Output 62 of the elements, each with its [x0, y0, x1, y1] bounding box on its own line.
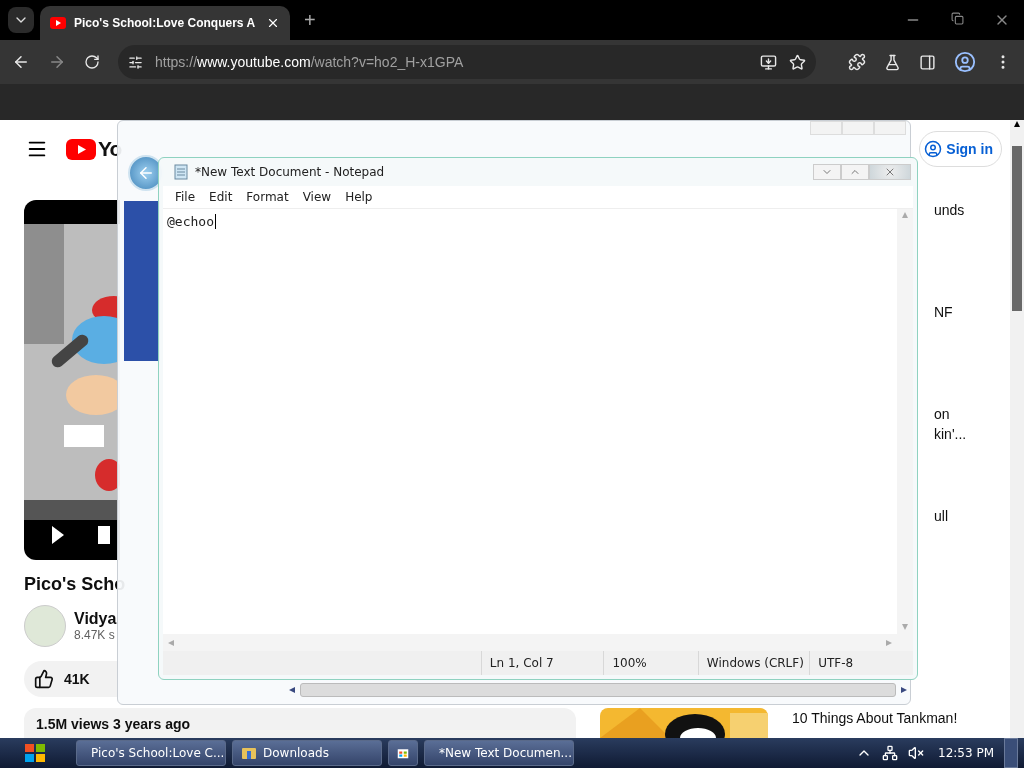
scrollbar-thumb[interactable] — [1012, 146, 1022, 311]
video-title-fragment[interactable]: ull — [934, 508, 1010, 524]
taskbar-item[interactable]: Pico's School:Love C... — [76, 740, 226, 766]
status-text: UTF-8 — [809, 651, 913, 675]
menu-item[interactable]: File — [169, 190, 202, 204]
video-title: Pico's Scho — [24, 574, 127, 595]
scroll-arrow-icon[interactable] — [288, 686, 296, 694]
status-text: Windows (CRLF) — [697, 651, 810, 675]
address-bar[interactable]: https://www.youtube.com/watch?v=ho2_H-x1GPA — [118, 45, 816, 79]
folder-icon — [241, 745, 257, 761]
youtube-icon — [50, 17, 66, 29]
logo-text: Yo — [98, 137, 122, 161]
side-panel-icon[interactable] — [919, 53, 936, 71]
status-text: 100% — [603, 651, 698, 675]
page-scrollbar[interactable] — [1010, 120, 1024, 738]
muted-volume-icon[interactable] — [908, 745, 924, 761]
video-title-fragment[interactable]: unds — [934, 202, 1010, 218]
menu-item[interactable]: View — [296, 190, 338, 204]
browser-tab[interactable]: Pico's School:Love Conquers A — [40, 6, 290, 40]
scroll-arrow-icon[interactable] — [1013, 120, 1021, 128]
window-title: *New Text Document - Notepad — [195, 165, 385, 179]
taskbar-item[interactable] — [388, 740, 418, 766]
status-text: Ln 1, Col 7 — [480, 651, 604, 675]
close-icon[interactable] — [266, 16, 280, 30]
thumbs-up-icon — [34, 669, 54, 689]
notepad-icon — [173, 164, 189, 180]
menu-item[interactable]: Format — [240, 190, 295, 204]
subscriber-count: 8.47K s — [74, 628, 116, 642]
horizontal-scrollbar[interactable] — [288, 682, 908, 698]
menu-item[interactable]: Help — [339, 190, 379, 204]
like-button[interactable]: 41K — [24, 661, 120, 697]
video-title-fragment[interactable]: NF — [934, 304, 1010, 320]
restore-icon[interactable] — [951, 12, 964, 25]
recommended-video-title[interactable]: 10 Things About Tankman! — [792, 708, 958, 738]
video-description: 1.5M views 3 years ago — [24, 708, 576, 738]
site-settings-icon[interactable] — [128, 54, 143, 70]
sign-in-button[interactable]: Sign in — [919, 131, 1002, 167]
taskbar-item[interactable]: *New Text Documen... — [424, 740, 574, 766]
network-icon[interactable] — [882, 745, 898, 761]
youtube-logo-icon — [66, 138, 96, 160]
menu-item[interactable]: Edit — [203, 190, 239, 204]
close-icon — [884, 166, 896, 178]
scroll-arrow-icon[interactable] — [900, 686, 908, 694]
new-tab-button[interactable]: + — [304, 8, 316, 32]
flask-icon[interactable] — [884, 53, 901, 71]
scrollbar-thumb[interactable] — [300, 683, 896, 697]
extensions-icon[interactable] — [848, 53, 866, 71]
install-icon[interactable] — [760, 53, 777, 71]
profile-icon[interactable] — [954, 51, 976, 73]
reload-icon[interactable] — [84, 54, 100, 70]
back-icon[interactable] — [12, 53, 30, 71]
windows-logo-icon — [24, 743, 46, 763]
video-title-fragment[interactable]: kin'... — [934, 426, 1010, 442]
url-text: https://www.youtube.com/watch?v=ho2_H-x1GPA — [155, 54, 465, 70]
clock[interactable]: 12:53 PM — [938, 746, 994, 760]
tab-list-button[interactable] — [8, 7, 34, 33]
user-icon — [924, 140, 943, 158]
taskbar-item[interactable]: Downloads — [232, 740, 382, 766]
forward-icon[interactable] — [48, 53, 66, 71]
video-title-fragment[interactable]: on — [934, 406, 1010, 422]
bookmark-star-icon[interactable] — [789, 53, 806, 71]
channel-name[interactable]: Vidya — [74, 610, 117, 628]
